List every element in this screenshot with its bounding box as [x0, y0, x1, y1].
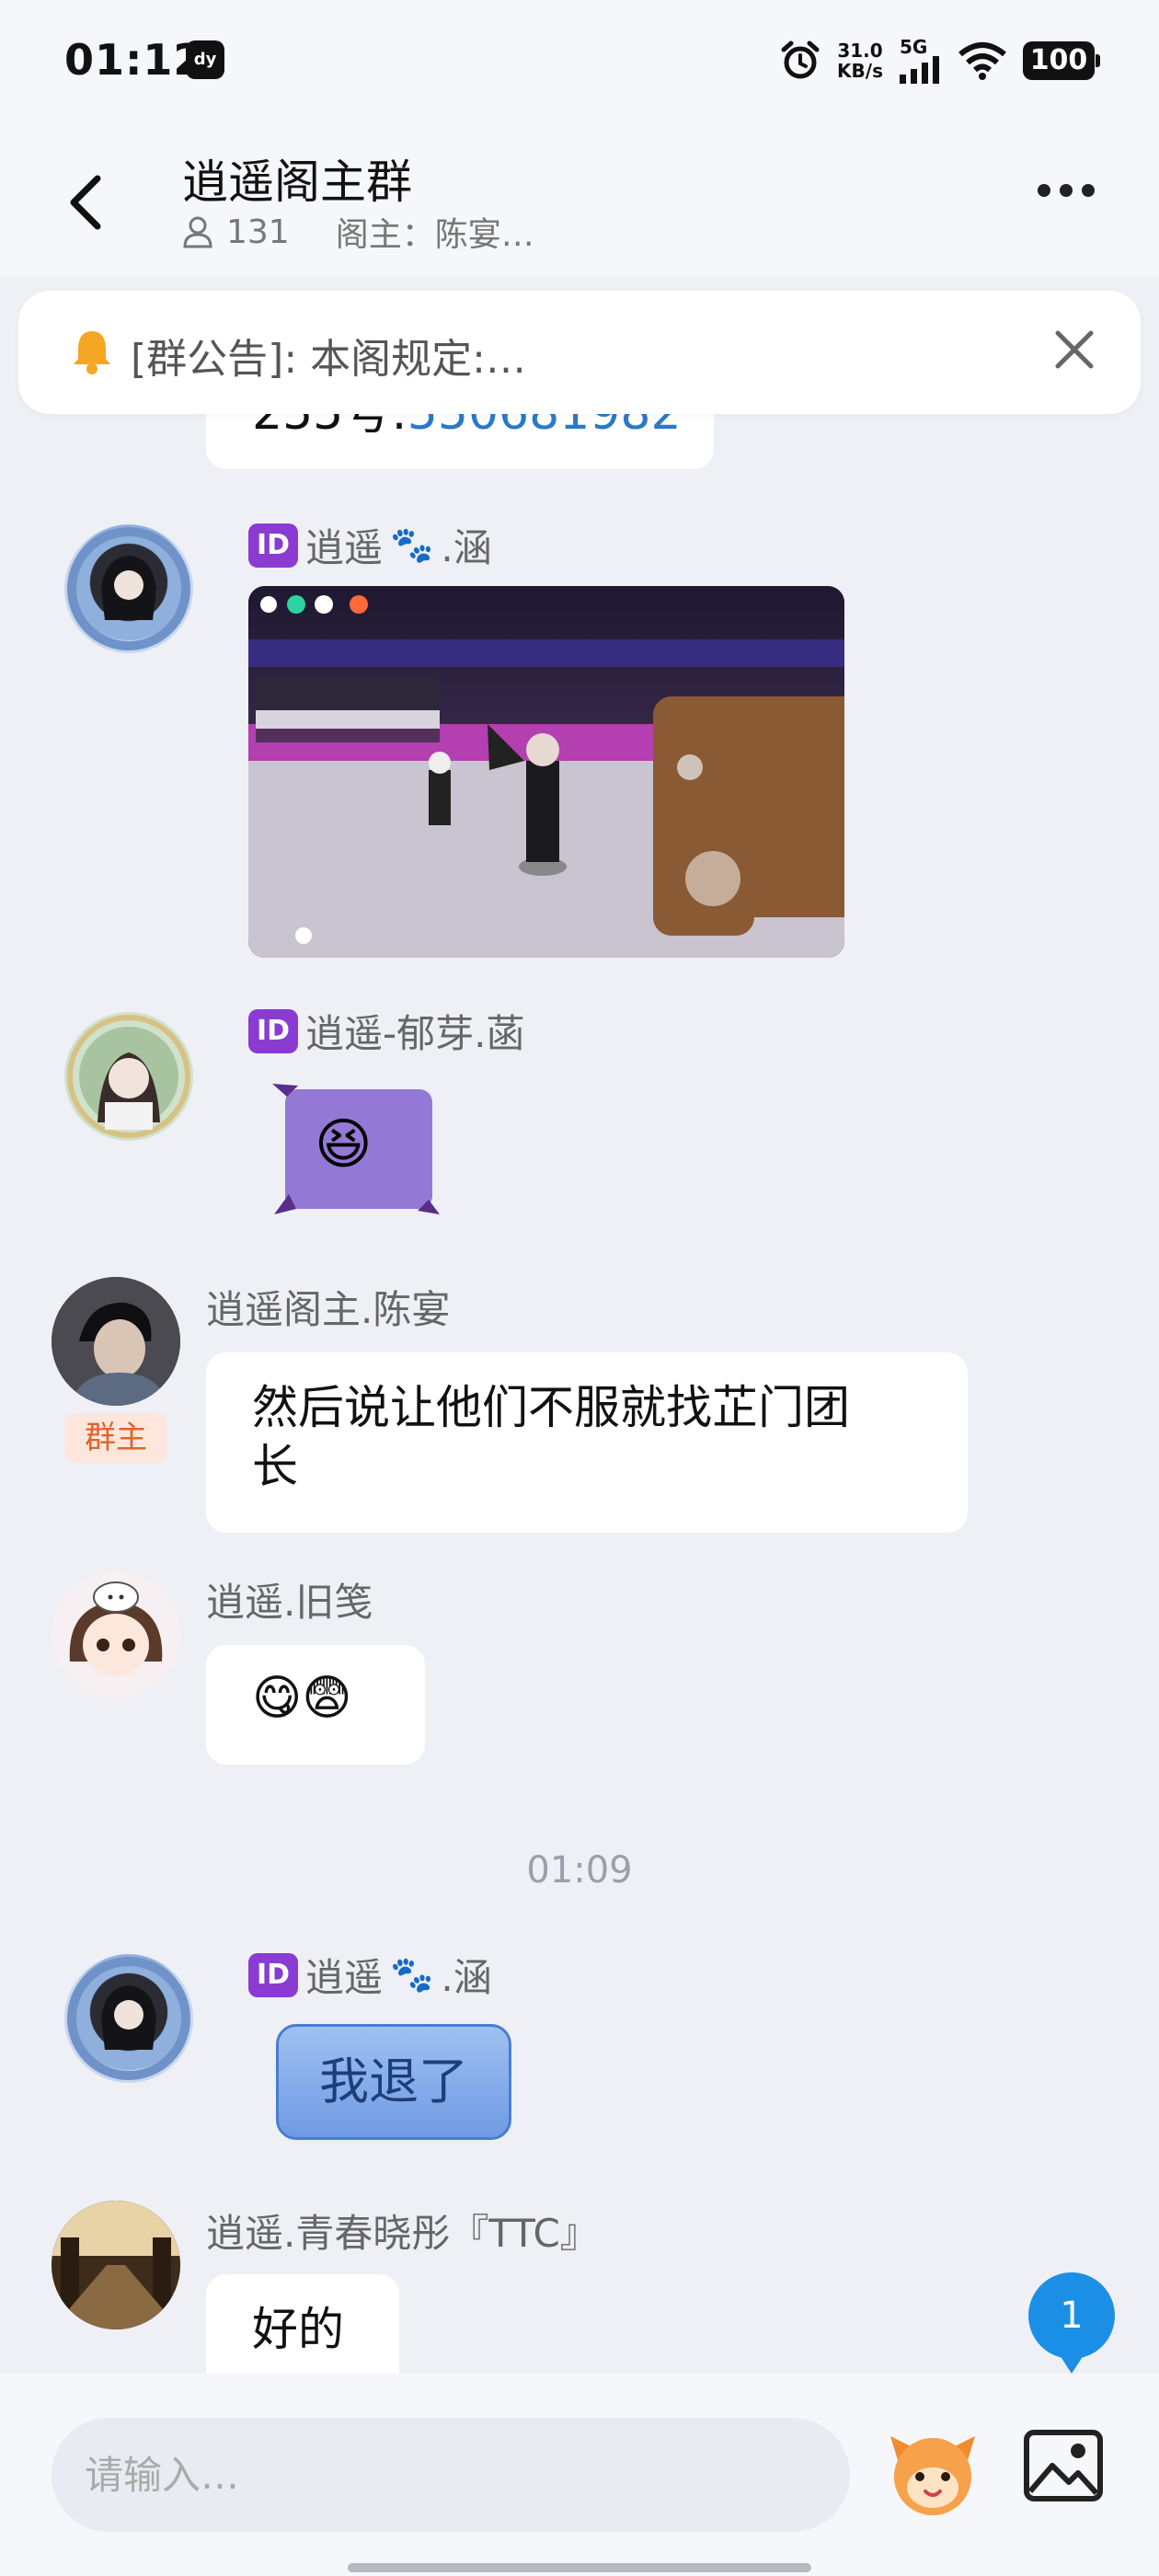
bell-icon: [74, 331, 110, 374]
paw-icon: 🐾: [390, 524, 434, 565]
avatar-cartoon: [52, 1570, 180, 1698]
game-screenshot-image: [248, 586, 844, 958]
sender-name[interactable]: 逍遥.青春晓彤『TTC』: [206, 2202, 599, 2259]
message-bubble[interactable]: 好的: [206, 2274, 399, 2374]
unread-count-badge[interactable]: 1: [1028, 2272, 1115, 2374]
message-input-wrapper[interactable]: [52, 2418, 850, 2532]
avatar[interactable]: [52, 2201, 180, 2329]
status-time: 01:12: [64, 35, 204, 85]
wifi-icon: [958, 42, 1006, 80]
avatar-frame: [67, 1957, 190, 2080]
sender-prefix: 逍遥: [305, 525, 384, 570]
timestamp: 01:09: [526, 1849, 633, 1892]
avatar[interactable]: [64, 524, 193, 653]
sender-name[interactable]: 逍遥.旧笺: [206, 1571, 373, 1627]
id-badge: ID: [248, 1008, 298, 1053]
speed-unit: KB/s: [837, 60, 883, 82]
more-icon[interactable]: [1038, 184, 1095, 197]
group-subtitle[interactable]: 131 阁主：陈宴…: [182, 208, 534, 256]
id-badge: ID: [248, 1952, 298, 1997]
paw-icon: 🐾: [390, 1954, 434, 1995]
close-icon[interactable]: [1050, 326, 1098, 374]
home-indicator[interactable]: [348, 2563, 811, 2572]
avatar[interactable]: [64, 1012, 193, 1141]
member-count: 131: [226, 213, 290, 251]
group-announcement[interactable]: [群公告]: 本阁规定:…: [18, 291, 1141, 414]
message-text-line: 长: [252, 1440, 298, 1493]
sender-text: 逍遥-郁芽.菡: [305, 1011, 525, 1056]
sender-name[interactable]: ID 逍遥 🐾 .涵: [248, 517, 492, 573]
sender-prefix: 逍遥: [305, 1955, 384, 2000]
avatar[interactable]: [52, 1277, 180, 1406]
styled-message-bubble[interactable]: 我退了: [276, 2024, 511, 2140]
sender-name[interactable]: ID 逍遥 🐾 .涵: [248, 1947, 492, 2003]
owner-badge: 群主: [64, 1413, 167, 1463]
more-dot: [1038, 184, 1050, 197]
laughing-emoji: 😆: [315, 1112, 373, 1177]
emoji-text: 😋😨: [252, 1671, 352, 1726]
avatar[interactable]: [64, 1954, 193, 2083]
message-text: 好的: [252, 2303, 344, 2356]
alarm-icon: [781, 40, 820, 79]
network-speed: 31.0 KB/s: [837, 40, 883, 81]
announcement-text: [群公告]: 本阁规定:…: [131, 336, 526, 383]
message-input[interactable]: [85, 2418, 820, 2532]
id-badge: ID: [248, 523, 298, 568]
signal-icon: [900, 56, 939, 84]
avatar-frame: [67, 1015, 190, 1138]
image-message[interactable]: [248, 586, 844, 958]
message-bubble[interactable]: 然后说让他们不服就找芷门团 长: [206, 1352, 968, 1533]
message-text-line: 然后说让他们不服就找芷门团: [252, 1381, 850, 1434]
status-bar: 01:12 dy 31.0 KB/s 5G 100: [0, 0, 1159, 129]
sender-name[interactable]: ID 逍遥-郁芽.菡: [248, 1003, 525, 1059]
input-bar: [0, 2374, 1159, 2576]
group-owner: 阁主：陈宴…: [335, 216, 534, 254]
message-list[interactable]: [群公告]: 本阁规定:… 255号:550681982 ID 逍遥 🐾 .涵: [0, 276, 1159, 2374]
chevron-left-icon[interactable]: [64, 173, 110, 232]
avatar-frame: [67, 527, 190, 650]
image-icon[interactable]: [1021, 2423, 1106, 2508]
chat-header: 逍遥阁主群 131 阁主：陈宴…: [0, 129, 1159, 276]
group-title[interactable]: 逍遥阁主群: [182, 145, 412, 212]
message-bubble[interactable]: 😋😨: [206, 1645, 425, 1765]
sender-suffix: .涵: [441, 525, 492, 570]
sender-suffix: .涵: [441, 1955, 492, 2000]
dy-icon: dy: [186, 40, 224, 79]
network-type: 5G: [900, 36, 928, 58]
speed-value: 31.0: [837, 40, 883, 62]
person-icon: [183, 216, 212, 248]
avatar-photo: [52, 2201, 180, 2329]
status-icons: 31.0 KB/s 5G 100: [780, 35, 1100, 86]
avatar-photo: [52, 1277, 180, 1406]
avatar[interactable]: [52, 1570, 180, 1698]
sender-name[interactable]: 逍遥阁主.陈宴: [206, 1279, 450, 1335]
signal-block: 5G: [900, 38, 942, 84]
battery-indicator: 100: [1023, 41, 1100, 80]
more-dot: [1082, 184, 1095, 197]
more-dot: [1060, 184, 1073, 197]
chat-screen: 01:12 dy 31.0 KB/s 5G 100 逍遥阁主群 131 阁主：陈…: [0, 0, 1159, 2576]
sticker-icon[interactable]: [885, 2423, 981, 2519]
sticker-message[interactable]: 😆: [270, 1080, 442, 1218]
